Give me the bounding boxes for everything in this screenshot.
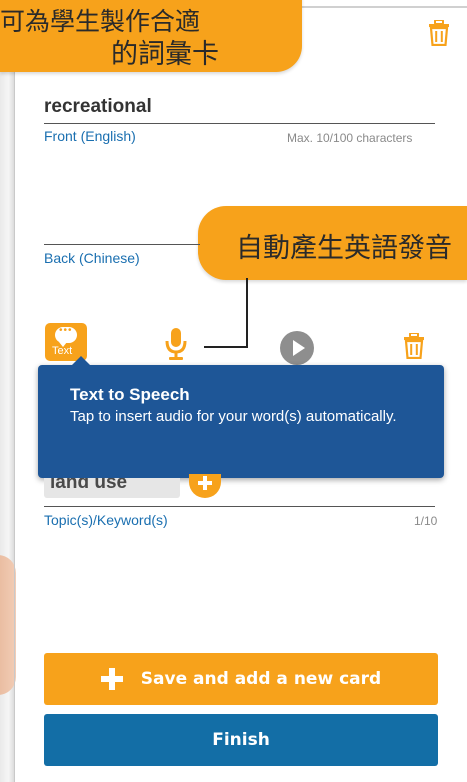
callout-pointer-vertical [246,278,248,348]
play-icon[interactable] [280,331,314,365]
front-char-limit: Max. 10/100 characters [287,131,413,145]
front-value[interactable]: recreational [44,96,152,118]
callout-vocab-card: 可為學生製作合適 的詞彙卡 [0,0,302,72]
delete-card-trash-icon[interactable] [428,19,450,47]
keyword-label: Topic(s)/Keyword(s) [44,512,168,528]
text-button-label: Text [52,345,73,357]
delete-audio-trash-icon[interactable] [403,332,425,360]
finish-button-label: Finish [212,730,270,750]
back-label: Back (Chinese) [44,250,140,266]
microphone-icon[interactable] [164,328,188,360]
callout-middle-text: 自動產生英語發音 [236,233,452,264]
save-and-add-button[interactable]: Save and add a new card [44,653,438,705]
finish-button[interactable]: Finish [44,714,438,766]
tooltip-title: Text to Speech [70,385,190,404]
keyword-chip[interactable]: land use [44,478,180,498]
callout-pointer-horizontal [204,346,248,348]
keyword-chip-text: land use [50,478,128,493]
save-button-label: Save and add a new card [140,669,382,689]
plus-icon [100,668,123,690]
front-label: Front (English) [44,128,136,144]
callout-pronunciation: 自動產生英語發音 [198,206,467,280]
keyword-underline [44,506,435,507]
screen-border [14,0,15,782]
add-keyword-plus-icon[interactable] [189,474,221,498]
callout-top-line2: 的詞彙卡 [111,39,219,70]
tooltip-body: Tap to insert audio for your word(s) aut… [70,408,397,425]
keyword-count: 1/10 [414,514,438,528]
back-underline [44,244,200,245]
text-to-speech-tooltip: Text to Speech Tap to insert audio for y… [38,356,444,478]
front-underline [44,123,435,124]
header-divider [300,6,467,8]
